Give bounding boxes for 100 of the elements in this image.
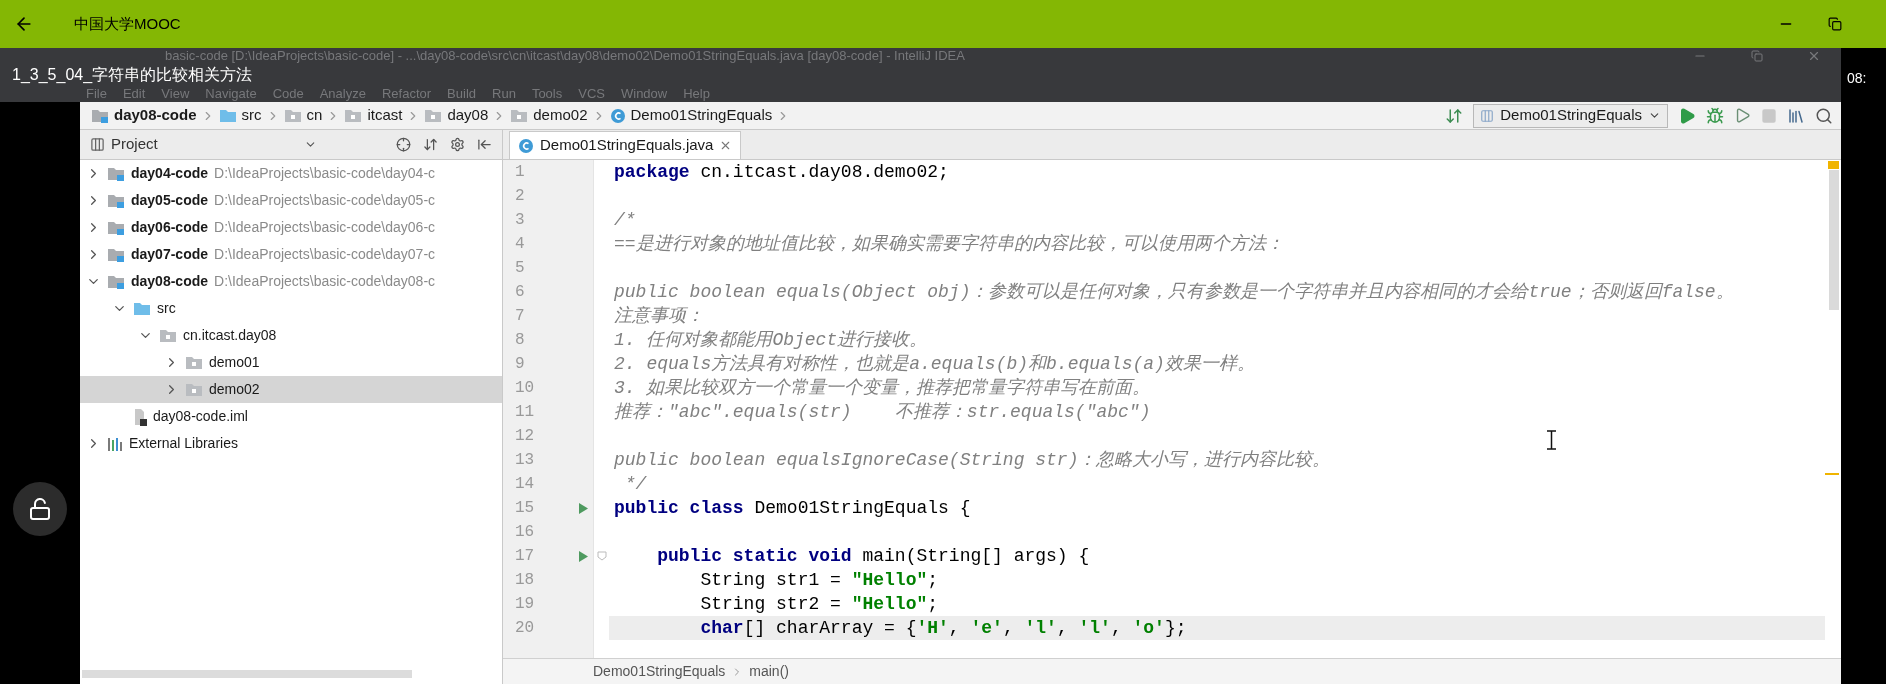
class-icon (609, 107, 626, 124)
breadcrumb-item[interactable]: day08-code (88, 104, 200, 127)
editor-tab[interactable]: Demo01StringEquals.java (509, 131, 742, 159)
breadcrumb-item[interactable]: itcast (341, 104, 406, 127)
window-icon (1480, 108, 1495, 123)
source-folder-icon (133, 301, 151, 316)
code-line: public static void main(String[] args) { (656, 546, 1090, 566)
package-folder-icon (159, 328, 177, 343)
run-config-dropdown[interactable]: Demo01StringEquals (1473, 103, 1668, 128)
video-title: 1_3_5_04_字符串的比较相关方法 (11, 65, 254, 85)
module-path: D:\IdeaProjects\basic-code\day04-c (214, 164, 436, 183)
tree-item-name: demo02 (209, 380, 260, 399)
code-line: 1. 任何对象都能用Object进行接收。 (614, 330, 928, 350)
text-cursor-icon (1547, 430, 1556, 450)
breadcrumb-item[interactable]: Demo01StringEquals (606, 104, 776, 127)
run-icon[interactable] (1678, 106, 1696, 125)
tree-item[interactable]: day04-code D:\IdeaProjects\basic-code\day04-c (80, 160, 502, 187)
settings-icon[interactable] (450, 137, 465, 152)
tree-item-name: demo01 (209, 353, 260, 372)
module-path: D:\IdeaProjects\basic-code\day05-c (214, 191, 436, 210)
module-path: D:\IdeaProjects\basic-code\day08-c (214, 272, 436, 291)
line-number: 12 (514, 426, 536, 447)
breadcrumb-item[interactable]: day08 (421, 104, 492, 127)
tree-item-name: day07-code (131, 245, 209, 264)
tree-item[interactable]: day05-code D:\IdeaProjects\basic-code\day05-c (80, 187, 502, 214)
line-number: 8 (514, 330, 526, 351)
breadcrumb-item[interactable]: src (215, 104, 265, 127)
tree-item-name: External Libraries (129, 434, 238, 453)
source-folder-icon (218, 108, 237, 123)
run-gutter-icon[interactable] (577, 549, 589, 563)
project-structure-icon[interactable] (1787, 106, 1805, 125)
module-path: D:\IdeaProjects\basic-code\day07-c (214, 245, 436, 264)
tree-item[interactable]: cn.itcast.day08 (80, 322, 502, 349)
coverage-run-icon[interactable] (1734, 107, 1751, 124)
tree-item[interactable]: day08-code D:\IdeaProjects\basic-code\day08-c (80, 268, 502, 295)
collapse-all-icon[interactable] (423, 137, 438, 152)
warning-stripe (1825, 473, 1839, 475)
video-time: 08: (1847, 70, 1867, 86)
code-line: 2. equals方法具有对称性，也就是a.equals(b)和b.equals(a)效果一样。 (614, 354, 1255, 374)
run-gutter-icon[interactable] (577, 501, 589, 515)
project-view-icon (90, 137, 105, 152)
module-folder-icon (107, 193, 125, 208)
package-folder-icon (283, 108, 302, 123)
lock-button[interactable] (13, 482, 67, 536)
file-icon (133, 407, 147, 426)
code-line: 3. 如果比较双方一个常量一个变量，推荐把常量字符串写在前面。 (614, 378, 1151, 398)
tree-item[interactable]: demo01 (80, 349, 502, 376)
line-number: 11 (514, 402, 536, 423)
ide-close-icon[interactable] (1807, 49, 1821, 63)
editor-breadcrumb-item[interactable]: main() (749, 661, 789, 682)
line-number: 18 (514, 570, 536, 591)
line-number: 2 (514, 186, 526, 207)
line-number: 14 (514, 474, 536, 495)
tree-item-name: day06-code (131, 218, 209, 237)
breadcrumb-item[interactable]: cn (280, 104, 326, 127)
code-line: /* (614, 210, 636, 230)
editor-breadcrumb-item[interactable]: Demo01StringEquals (593, 661, 726, 682)
line-number: 3 (514, 210, 526, 231)
code-line: public class Demo01StringEquals { (614, 498, 971, 518)
tree-item[interactable]: day08-code.iml (80, 403, 502, 430)
line-number: 10 (514, 378, 536, 399)
line-number: 17 (514, 546, 536, 567)
code-line: */ (623, 474, 647, 494)
code-line: public boolean equalsIgnoreCase(String str)：忽略大小写，进行内容比较。 (614, 450, 1331, 470)
unlocked-padlock-icon (28, 497, 52, 521)
line-number: 7 (514, 306, 526, 327)
line-number: 13 (514, 450, 536, 471)
line-number: 9 (514, 354, 526, 375)
line-number: 4 (514, 234, 526, 255)
hide-panel-icon[interactable] (477, 137, 492, 152)
tree-item[interactable]: day06-code D:\IdeaProjects\basic-code\day06-c (80, 214, 502, 241)
line-number: 20 (514, 618, 536, 639)
module-folder-icon (107, 220, 125, 235)
debug-icon[interactable] (1706, 106, 1724, 125)
horizontal-scrollbar[interactable] (82, 670, 412, 678)
tree-item[interactable]: src (80, 295, 502, 322)
restore-icon[interactable] (1828, 17, 1842, 31)
code-line: String str1 = "Hello"; (699, 570, 939, 590)
package-folder-icon (185, 355, 203, 370)
tree-item[interactable]: External Libraries (80, 430, 502, 457)
tree-item-name: day08-code.iml (153, 407, 248, 426)
tree-item[interactable]: demo02 (80, 376, 502, 403)
app-title: 中国大学MOOC (74, 13, 181, 34)
package-folder-icon (344, 108, 363, 123)
module-folder-icon (107, 166, 125, 181)
search-icon[interactable] (1815, 106, 1833, 125)
warning-marker (1828, 161, 1839, 169)
module-folder-icon (107, 247, 125, 262)
line-number: 6 (514, 282, 526, 303)
tree-item-name: day08-code (131, 272, 209, 291)
line-number: 5 (514, 258, 526, 279)
code-line: ==是进行对象的地址值比较，如果确实需要字符串的内容比较，可以使用两个方法： (614, 234, 1284, 254)
locate-icon[interactable] (396, 137, 411, 152)
package-folder-icon (424, 108, 443, 123)
breadcrumb-item[interactable]: demo02 (507, 104, 591, 127)
project-panel-title[interactable]: Project (111, 133, 158, 156)
class-icon (518, 137, 534, 154)
sort-icon[interactable] (1445, 106, 1464, 125)
editor-scrollbar[interactable] (1829, 170, 1839, 310)
tree-item[interactable]: day07-code D:\IdeaProjects\basic-code\day07-c (80, 241, 502, 268)
